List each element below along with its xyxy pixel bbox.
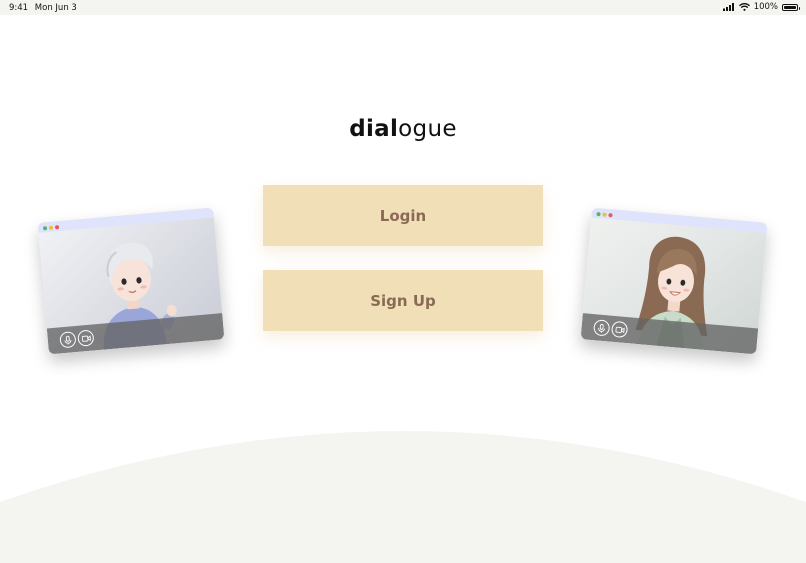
status-time: 9:41 [9,3,29,13]
right-call-window [580,207,768,355]
status-bar: 9:41 Mon Jun 3 100% [0,0,806,15]
login-button[interactable]: Login [263,185,543,246]
battery-icon [782,3,800,11]
signal-icon [722,3,734,11]
status-date: Mon Jun 3 [34,3,77,13]
signup-button[interactable]: Sign Up [263,270,543,331]
window-dot-icon [48,225,54,230]
window-dot-icon [54,224,60,229]
bottom-curve-decoration [0,431,806,563]
window-dot-icon [608,212,613,217]
battery-percentage: 100% [753,2,778,12]
status-indicators: 100% [722,2,800,12]
window-dot-icon [596,211,601,216]
status-time-date: 9:41 Mon Jun 3 [9,3,81,13]
logo-bold-part: dial [349,116,399,142]
logo-regular-part: ogue [398,116,457,142]
app-logo: dialogue [0,116,806,142]
camera-icon [77,329,95,347]
mic-icon [592,319,611,337]
mic-icon [59,331,77,349]
window-dot-icon [42,225,48,230]
wifi-icon [738,3,750,11]
window-dot-icon [602,212,607,217]
left-call-window [37,207,225,355]
camera-icon [610,320,629,339]
